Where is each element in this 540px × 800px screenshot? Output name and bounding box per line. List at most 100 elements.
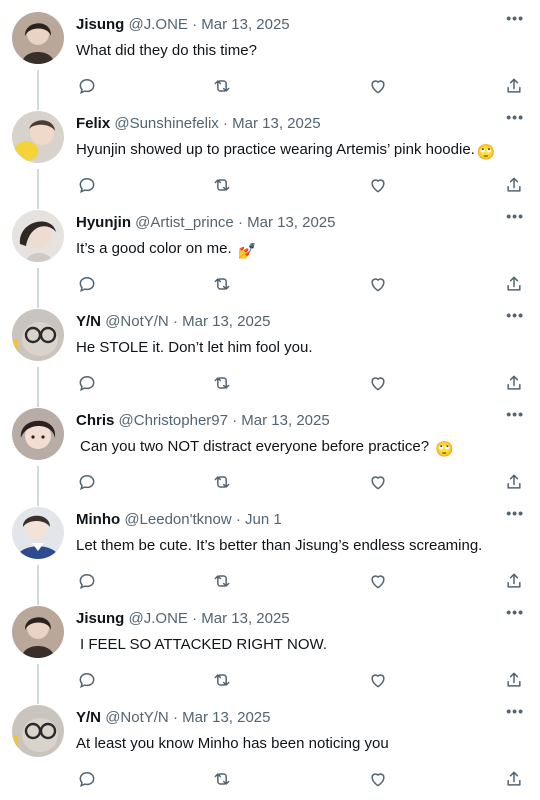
tweet-actions: [0, 274, 540, 294]
reply-icon[interactable]: [77, 274, 97, 294]
display-name[interactable]: Minho: [76, 511, 120, 528]
heart-icon[interactable]: [368, 571, 388, 591]
tweet-actions: [0, 175, 540, 195]
tweet-header: Minho @Leedon'tknow · Jun 1: [76, 511, 282, 528]
reply-icon[interactable]: [77, 472, 97, 492]
more-icon[interactable]: •••: [506, 10, 524, 26]
more-icon[interactable]: •••: [506, 703, 524, 719]
tweet-text-content: What did they do this time?: [76, 42, 257, 59]
tweet-header: Y/N @NotY/N · Mar 13, 2025: [76, 313, 271, 330]
share-icon[interactable]: [504, 274, 524, 294]
display-name[interactable]: Jisung: [76, 16, 124, 33]
thread: Jisung @J.ONE · Mar 13, 2025 ••• What di…: [0, 0, 540, 800]
heart-icon[interactable]: [368, 769, 388, 789]
tweet-text-content: At least you know Minho has been noticin…: [76, 735, 389, 752]
reply-icon[interactable]: [77, 769, 97, 789]
tweet-header: Jisung @J.ONE · Mar 13, 2025: [76, 610, 290, 627]
reply-icon[interactable]: [77, 175, 97, 195]
reply-icon[interactable]: [77, 373, 97, 393]
tweet-text-content: He STOLE it. Don’t let him fool you.: [76, 339, 313, 356]
tweet-header: Hyunjin @Artist_prince · Mar 13, 2025: [76, 214, 336, 231]
avatar[interactable]: [12, 606, 64, 658]
share-icon[interactable]: [504, 472, 524, 492]
heart-icon[interactable]: [368, 274, 388, 294]
tweet-text-content: It’s a good color on me.: [76, 240, 232, 257]
retweet-icon[interactable]: [212, 373, 232, 393]
display-name[interactable]: Y/N: [76, 313, 101, 330]
handle[interactable]: @J.ONE: [129, 16, 188, 33]
share-icon[interactable]: [504, 670, 524, 690]
avatar[interactable]: [12, 210, 64, 262]
more-icon[interactable]: •••: [506, 505, 524, 521]
retweet-icon[interactable]: [212, 175, 232, 195]
tweet-text: Can you two NOT distract everyone before…: [80, 438, 454, 458]
timestamp[interactable]: · Mar 13, 2025: [238, 214, 336, 231]
share-icon[interactable]: [504, 373, 524, 393]
retweet-icon[interactable]: [212, 472, 232, 492]
tweet-actions: [0, 769, 540, 789]
heart-icon[interactable]: [368, 373, 388, 393]
handle[interactable]: @Sunshinefelix: [114, 115, 218, 132]
tweet[interactable]: Chris @Christopher97 · Mar 13, 2025 ••• …: [0, 396, 540, 506]
retweet-icon[interactable]: [212, 571, 232, 591]
tweet[interactable]: Jisung @J.ONE · Mar 13, 2025 ••• What di…: [0, 0, 540, 110]
timestamp[interactable]: · Jun 1: [236, 511, 282, 528]
tweet-text: I FEEL SO ATTACKED RIGHT NOW.: [80, 636, 327, 653]
display-name[interactable]: Jisung: [76, 610, 124, 627]
avatar[interactable]: [12, 111, 64, 163]
share-icon[interactable]: [504, 76, 524, 96]
tweet-text: Hyunjin showed up to practice wearing Ar…: [76, 141, 496, 161]
handle[interactable]: @Christopher97: [119, 412, 228, 429]
heart-icon[interactable]: [368, 175, 388, 195]
heart-icon[interactable]: [368, 472, 388, 492]
heart-icon[interactable]: [368, 76, 388, 96]
avatar[interactable]: [12, 408, 64, 460]
retweet-icon[interactable]: [212, 670, 232, 690]
handle[interactable]: @NotY/N: [105, 313, 169, 330]
share-icon[interactable]: [504, 571, 524, 591]
retweet-icon[interactable]: [212, 274, 232, 294]
tweet[interactable]: Y/N @NotY/N · Mar 13, 2025 ••• He STOLE …: [0, 297, 540, 407]
reply-icon[interactable]: [77, 76, 97, 96]
reply-icon[interactable]: [77, 670, 97, 690]
tweet-text: What did they do this time?: [76, 42, 257, 59]
avatar[interactable]: [12, 507, 64, 559]
display-name[interactable]: Hyunjin: [76, 214, 131, 231]
timestamp[interactable]: · Mar 13, 2025: [173, 709, 271, 726]
reply-icon[interactable]: [77, 571, 97, 591]
timestamp[interactable]: · Mar 13, 2025: [192, 16, 290, 33]
more-icon[interactable]: •••: [506, 208, 524, 224]
more-icon[interactable]: •••: [506, 604, 524, 620]
timestamp[interactable]: · Mar 13, 2025: [192, 610, 290, 627]
display-name[interactable]: Felix: [76, 115, 110, 132]
tweet-actions: [0, 472, 540, 492]
tweet-text: It’s a good color on me. 💅: [76, 240, 257, 260]
tweet-actions: [0, 76, 540, 96]
handle[interactable]: @J.ONE: [129, 610, 188, 627]
tweet-text-content: Let them be cute. It’s better than Jisun…: [76, 537, 483, 554]
tweet[interactable]: Felix @Sunshinefelix · Mar 13, 2025 ••• …: [0, 99, 540, 209]
timestamp[interactable]: · Mar 13, 2025: [173, 313, 271, 330]
handle[interactable]: @NotY/N: [105, 709, 169, 726]
more-icon[interactable]: •••: [506, 109, 524, 125]
tweet[interactable]: Y/N @NotY/N · Mar 13, 2025 ••• At least …: [0, 693, 540, 800]
display-name[interactable]: Chris: [76, 412, 114, 429]
timestamp[interactable]: · Mar 13, 2025: [232, 412, 330, 429]
tweet[interactable]: Jisung @J.ONE · Mar 13, 2025 ••• I FEEL …: [0, 594, 540, 704]
avatar[interactable]: [12, 309, 64, 361]
avatar[interactable]: [12, 705, 64, 757]
handle[interactable]: @Leedon'tknow: [124, 511, 231, 528]
timestamp[interactable]: · Mar 13, 2025: [223, 115, 321, 132]
heart-icon[interactable]: [368, 670, 388, 690]
tweet[interactable]: Minho @Leedon'tknow · Jun 1 ••• Let them…: [0, 495, 540, 605]
display-name[interactable]: Y/N: [76, 709, 101, 726]
retweet-icon[interactable]: [212, 76, 232, 96]
more-icon[interactable]: •••: [506, 307, 524, 323]
share-icon[interactable]: [504, 769, 524, 789]
handle[interactable]: @Artist_prince: [135, 214, 234, 231]
tweet[interactable]: Hyunjin @Artist_prince · Mar 13, 2025 ••…: [0, 198, 540, 308]
avatar[interactable]: [12, 12, 64, 64]
retweet-icon[interactable]: [212, 769, 232, 789]
more-icon[interactable]: •••: [506, 406, 524, 422]
share-icon[interactable]: [504, 175, 524, 195]
